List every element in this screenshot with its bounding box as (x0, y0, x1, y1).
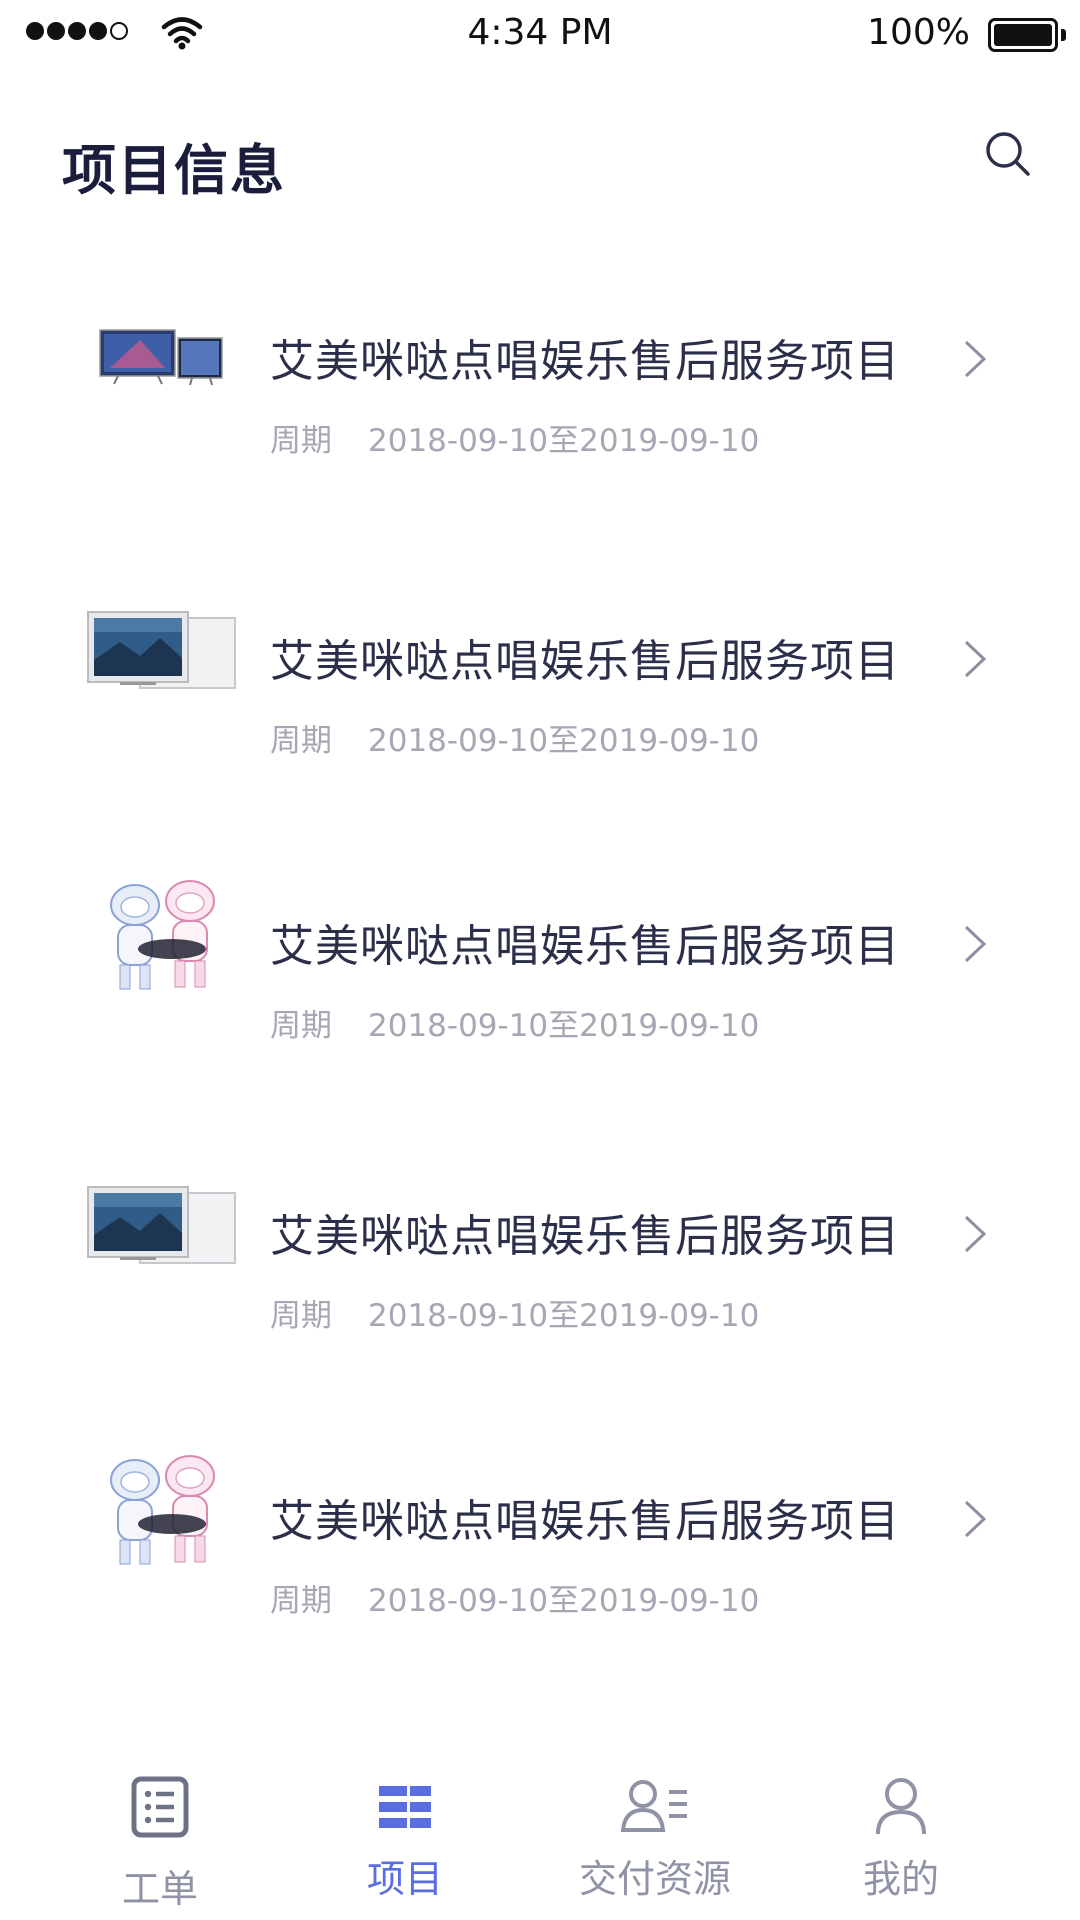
period-label: 周期 (270, 723, 332, 759)
status-bar: 4:34 PM 100% (0, 0, 1080, 70)
tab-delivery-resources[interactable]: 交付资源 (520, 1760, 790, 1920)
chevron-right-icon (964, 640, 987, 678)
project-title: 艾美咪哒点唱娱乐售后服务项目 (270, 636, 900, 687)
tab-work-order[interactable]: 工单 (25, 1760, 295, 1920)
project-title: 艾美咪哒点唱娱乐售后服务项目 (270, 1211, 900, 1262)
chevron-right-icon (964, 1215, 987, 1253)
project-period: 周期 2018-09-10至2019-09-10 (270, 1290, 759, 1335)
period-label: 周期 (270, 1008, 332, 1044)
robot-pair-thumbnail (110, 1455, 215, 1565)
battery-percent: 100% (867, 12, 970, 53)
period-value: 2018-09-10至2019-09-10 (368, 1008, 760, 1044)
tv-monitor-thumbnail (87, 611, 236, 689)
battery-icon (988, 18, 1066, 52)
period-value: 2018-09-10至2019-09-10 (368, 423, 760, 459)
chevron-right-icon (964, 340, 987, 378)
stack-icon (379, 1786, 431, 1828)
project-list-item[interactable]: 艾美咪哒点唱娱乐售后服务项目 周期 2018-09-10至2019-09-10 (0, 835, 1080, 1075)
list-doc-icon (131, 1776, 189, 1838)
chevron-right-icon (964, 925, 987, 963)
project-title: 艾美咪哒点唱娱乐售后服务项目 (270, 921, 900, 972)
search-icon[interactable] (980, 126, 1036, 182)
page-title: 项目信息 (62, 139, 286, 202)
project-period: 周期 2018-09-10至2019-09-10 (270, 1575, 759, 1620)
user-icon (876, 1778, 926, 1835)
tab-projects[interactable]: 项目 (270, 1760, 540, 1920)
period-label: 周期 (270, 1583, 332, 1619)
bottom-tab-bar: 工单 项目 交付资源 我的 (0, 1760, 1080, 1920)
user-list-icon (620, 1780, 687, 1832)
project-list-item[interactable]: 艾美咪哒点唱娱乐售后服务项目 周期 2018-09-10至2019-09-10 (0, 1410, 1080, 1650)
tab-label: 我的 (862, 1857, 939, 1901)
project-period: 周期 2018-09-10至2019-09-10 (270, 415, 759, 460)
robot-pair-thumbnail (110, 880, 215, 990)
page-header: 项目信息 (0, 100, 1080, 220)
tab-mine[interactable]: 我的 (766, 1760, 1036, 1920)
period-value: 2018-09-10至2019-09-10 (368, 1298, 760, 1334)
tab-label: 交付资源 (578, 1857, 731, 1901)
project-list-item[interactable]: 艾美咪哒点唱娱乐售后服务项目 周期 2018-09-10至2019-09-10 (0, 1125, 1080, 1365)
tv-monitor-thumbnail (87, 1186, 236, 1264)
period-label: 周期 (270, 1298, 332, 1334)
period-value: 2018-09-10至2019-09-10 (368, 723, 760, 759)
project-list-item[interactable]: 艾美咪哒点唱娱乐售后服务项目 周期 2018-09-10至2019-09-10 (0, 550, 1080, 790)
project-list-item[interactable]: 艾美咪哒点唱娱乐售后服务项目 周期 2018-09-10至2019-09-10 (0, 250, 1080, 490)
project-period: 周期 2018-09-10至2019-09-10 (270, 1000, 759, 1045)
tv-product-thumbnail (99, 329, 223, 386)
project-period: 周期 2018-09-10至2019-09-10 (270, 715, 759, 760)
project-title: 艾美咪哒点唱娱乐售后服务项目 (270, 1496, 900, 1547)
tab-label: 项目 (366, 1857, 443, 1901)
period-value: 2018-09-10至2019-09-10 (368, 1583, 760, 1619)
chevron-right-icon (964, 1500, 987, 1538)
period-label: 周期 (270, 423, 332, 459)
tab-label: 工单 (121, 1867, 198, 1911)
project-title: 艾美咪哒点唱娱乐售后服务项目 (270, 336, 900, 387)
